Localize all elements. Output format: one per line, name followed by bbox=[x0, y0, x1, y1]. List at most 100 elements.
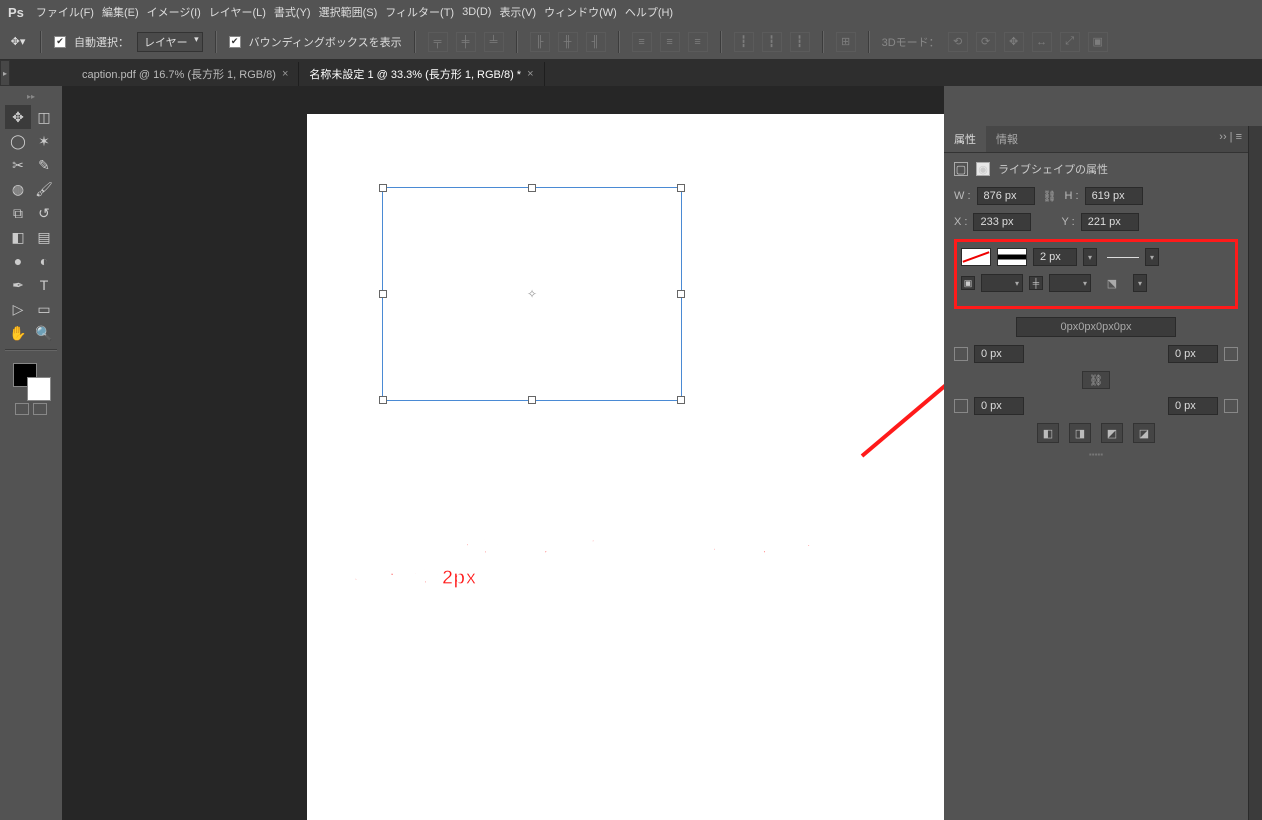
close-icon[interactable]: × bbox=[282, 68, 288, 80]
menu-filter[interactable]: フィルター(T) bbox=[385, 4, 454, 20]
path-subtract-icon[interactable]: ◨ bbox=[1069, 423, 1091, 443]
magic-wand-tool[interactable]: ✶ bbox=[31, 129, 57, 153]
3d-scale-icon[interactable]: ⤢ bbox=[1060, 32, 1080, 52]
distribute-h3-icon[interactable]: ┇ bbox=[790, 32, 810, 52]
corner-br-input[interactable] bbox=[1168, 397, 1218, 415]
3d-roll-icon[interactable]: ⟳ bbox=[976, 32, 996, 52]
corner-tl-input[interactable] bbox=[974, 345, 1024, 363]
align-vcenter-icon[interactable]: ╪ bbox=[456, 32, 476, 52]
path-combine-icon[interactable]: ◧ bbox=[1037, 423, 1059, 443]
brush-tool[interactable]: 🖌 bbox=[31, 177, 57, 201]
align-bottom-icon[interactable]: ╧ bbox=[484, 32, 504, 52]
menu-image[interactable]: イメージ(I) bbox=[147, 4, 201, 20]
distribute-h2-icon[interactable]: ┇ bbox=[762, 32, 782, 52]
transform-handle[interactable] bbox=[677, 290, 685, 298]
stroke-style-dropdown[interactable]: ▾ bbox=[1145, 248, 1159, 266]
corner-radius-summary[interactable] bbox=[1016, 317, 1176, 337]
rectangle-tool[interactable]: ▭ bbox=[31, 297, 57, 321]
menu-window[interactable]: ウィンドウ(W) bbox=[544, 4, 617, 20]
3d-slide-icon[interactable]: ↔ bbox=[1032, 32, 1052, 52]
align-right-icon[interactable]: ╢ bbox=[586, 32, 606, 52]
menu-layer[interactable]: レイヤー(L) bbox=[209, 4, 266, 20]
menu-view[interactable]: 表示(V) bbox=[499, 4, 536, 20]
healing-tool[interactable]: ◍ bbox=[5, 177, 31, 201]
stamp-tool[interactable]: ⧉ bbox=[5, 201, 31, 225]
menu-edit[interactable]: 編集(E) bbox=[102, 4, 139, 20]
menu-3d[interactable]: 3D(D) bbox=[462, 6, 491, 18]
color-swatches[interactable] bbox=[11, 361, 51, 401]
link-wh-icon[interactable]: ⛓ bbox=[1041, 189, 1059, 203]
panel-scrollbar[interactable] bbox=[1248, 126, 1262, 820]
type-tool[interactable]: T bbox=[31, 273, 57, 297]
stroke-corner-dropdown[interactable]: ▾ bbox=[1133, 274, 1147, 292]
stroke-align-icon[interactable]: ▣ bbox=[961, 276, 975, 290]
transform-handle[interactable] bbox=[379, 184, 387, 192]
eraser-tool[interactable]: ◧ bbox=[5, 225, 31, 249]
stroke-color-swatch[interactable] bbox=[997, 248, 1027, 266]
stroke-cap-icon[interactable]: ╪ bbox=[1029, 276, 1043, 290]
menu-select[interactable]: 選択範囲(S) bbox=[319, 4, 378, 20]
x-input[interactable] bbox=[973, 213, 1031, 231]
stroke-style-preview[interactable] bbox=[1107, 257, 1139, 258]
stroke-align-dropdown[interactable]: ▾ bbox=[981, 274, 1023, 292]
document-tab-1[interactable]: caption.pdf @ 16.7% (長方形 1, RGB/8) × bbox=[72, 62, 299, 86]
align-top-icon[interactable]: ╤ bbox=[428, 32, 448, 52]
stroke-corner-icon[interactable]: ⬔ bbox=[1097, 276, 1127, 290]
transform-handle[interactable] bbox=[677, 396, 685, 404]
zoom-tool[interactable]: 🔍 bbox=[31, 321, 57, 345]
transform-handle[interactable] bbox=[528, 184, 536, 192]
screenmode-icon[interactable] bbox=[33, 403, 47, 415]
canvas-workspace[interactable]: ✧ シェイプの塗りはなしにして、シェイプ腺のみにする。 腺の太さは2pxくらい。 bbox=[62, 86, 944, 820]
stroke-width-input[interactable] bbox=[1033, 248, 1077, 266]
marquee-tool[interactable]: ◫ bbox=[31, 105, 57, 129]
tab-properties[interactable]: 属性 bbox=[944, 126, 986, 152]
distribute-v1-icon[interactable]: ≡ bbox=[632, 32, 652, 52]
link-corners-icon[interactable]: ⛓ bbox=[1082, 371, 1110, 389]
stroke-width-dropdown[interactable]: ▾ bbox=[1083, 248, 1097, 266]
auto-select-target[interactable]: レイヤー bbox=[137, 32, 203, 52]
gradient-tool[interactable]: ▤ bbox=[31, 225, 57, 249]
fill-color-swatch[interactable] bbox=[961, 248, 991, 266]
transform-handle[interactable] bbox=[379, 290, 387, 298]
y-input[interactable] bbox=[1081, 213, 1139, 231]
height-input[interactable] bbox=[1085, 187, 1143, 205]
corner-bl-input[interactable] bbox=[974, 397, 1024, 415]
toolbox-grip[interactable]: ▸▸ bbox=[27, 92, 35, 101]
auto-align-icon[interactable]: ⊞ bbox=[836, 32, 856, 52]
selected-shape-rect[interactable]: ✧ bbox=[382, 187, 682, 401]
show-bbox-checkbox[interactable]: ✔ bbox=[229, 36, 241, 48]
lasso-tool[interactable]: ◯ bbox=[5, 129, 31, 153]
pen-tool[interactable]: ✒ bbox=[5, 273, 31, 297]
quickmask-icon[interactable] bbox=[15, 403, 29, 415]
width-input[interactable] bbox=[977, 187, 1035, 205]
eyedropper-tool[interactable]: ✎ bbox=[31, 153, 57, 177]
stroke-cap-dropdown[interactable]: ▾ bbox=[1049, 274, 1091, 292]
3d-camera-icon[interactable]: ▣ bbox=[1088, 32, 1108, 52]
3d-orbit-icon[interactable]: ⟲ bbox=[948, 32, 968, 52]
transform-handle[interactable] bbox=[677, 184, 685, 192]
path-intersect-icon[interactable]: ◩ bbox=[1101, 423, 1123, 443]
distribute-v2-icon[interactable]: ≡ bbox=[660, 32, 680, 52]
distribute-h1-icon[interactable]: ┇ bbox=[734, 32, 754, 52]
blur-tool[interactable]: ● bbox=[5, 249, 31, 273]
panel-collapse-icon[interactable]: ›› | ≡ bbox=[1213, 126, 1248, 152]
distribute-v3-icon[interactable]: ≡ bbox=[688, 32, 708, 52]
crop-tool[interactable]: ✂ bbox=[5, 153, 31, 177]
tab-info[interactable]: 情報 bbox=[986, 126, 1028, 152]
background-color-icon[interactable] bbox=[27, 377, 51, 401]
close-icon[interactable]: × bbox=[527, 68, 533, 80]
history-brush-tool[interactable]: ↺ bbox=[31, 201, 57, 225]
corner-tr-input[interactable] bbox=[1168, 345, 1218, 363]
dodge-tool[interactable]: ◐ bbox=[31, 249, 57, 273]
menu-help[interactable]: ヘルプ(H) bbox=[625, 4, 673, 20]
menu-file[interactable]: ファイル(F) bbox=[36, 4, 94, 20]
menu-type[interactable]: 書式(Y) bbox=[274, 4, 311, 20]
move-tool-icon[interactable]: ✥▾ bbox=[8, 32, 28, 52]
path-select-tool[interactable]: ▷ bbox=[5, 297, 31, 321]
align-left-icon[interactable]: ╟ bbox=[530, 32, 550, 52]
auto-select-checkbox[interactable]: ✔ bbox=[54, 36, 66, 48]
path-exclude-icon[interactable]: ◪ bbox=[1133, 423, 1155, 443]
collapsed-panel-strip[interactable]: ▸ bbox=[0, 60, 10, 86]
move-tool[interactable]: ✥ bbox=[5, 105, 31, 129]
transform-handle[interactable] bbox=[379, 396, 387, 404]
